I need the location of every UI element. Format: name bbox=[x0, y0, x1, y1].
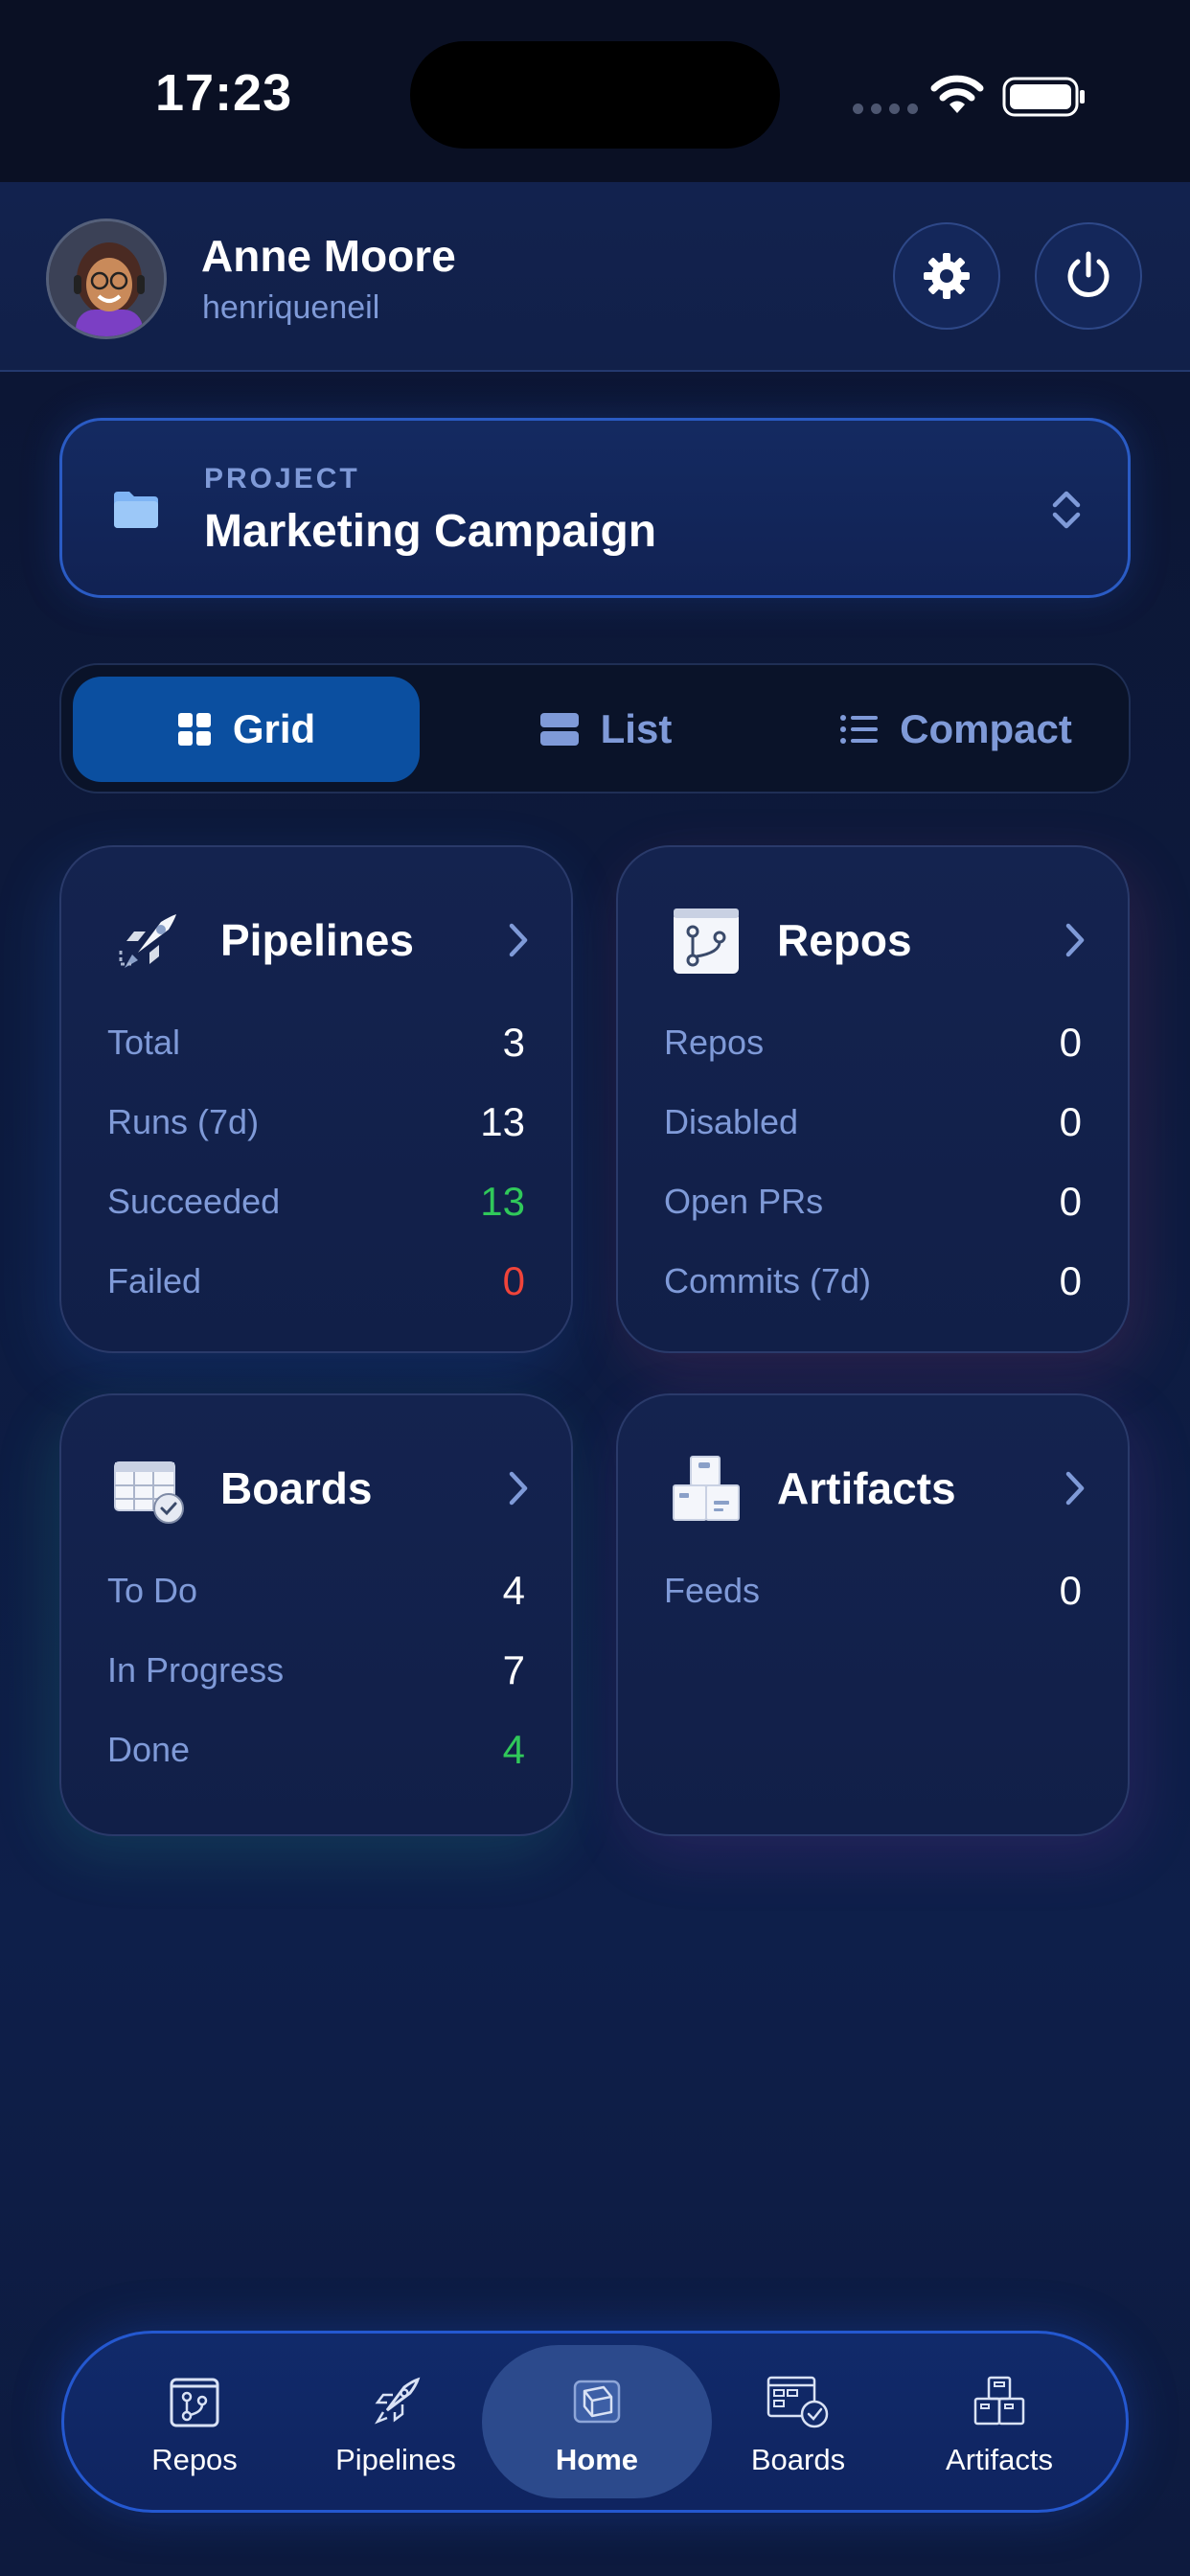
stat-label: Total bbox=[107, 1023, 181, 1062]
tab-home[interactable]: Home bbox=[482, 2345, 712, 2498]
home-cube-icon bbox=[573, 2380, 621, 2424]
stat-value: 3 bbox=[502, 1020, 525, 1065]
pipelines-card-title: Pipelines bbox=[220, 915, 414, 965]
stat-row: Disabled 0 bbox=[664, 1093, 1082, 1151]
chevron-right-icon bbox=[1065, 1471, 1085, 1506]
stat-label: Repos bbox=[664, 1023, 765, 1062]
stat-row: To Do 4 bbox=[107, 1562, 525, 1620]
artifacts-card[interactable]: Artifacts Feeds 0 bbox=[616, 1393, 1130, 1836]
stat-value: 7 bbox=[502, 1647, 525, 1692]
boards-card[interactable]: Boards To Do 4 In Progress 7 Done 4 bbox=[59, 1393, 573, 1836]
power-icon bbox=[1067, 251, 1110, 297]
boards-card-title: Boards bbox=[220, 1463, 373, 1513]
stat-label: Failed bbox=[107, 1261, 202, 1300]
view-mode-switcher: Grid List Compact bbox=[59, 663, 1131, 794]
chevron-right-icon bbox=[509, 923, 528, 957]
bottom-tab-bar: Repos Pipelines Home Boards Artifacts bbox=[61, 2331, 1129, 2513]
stat-label: Done bbox=[107, 1730, 191, 1769]
tab-artifacts[interactable]: Artifacts bbox=[884, 2345, 1114, 2498]
pipelines-card[interactable]: Pipelines Total 3 Runs (7d) 13 Succeeded… bbox=[59, 845, 573, 1353]
rocket-icon bbox=[119, 914, 176, 968]
package-boxes-icon bbox=[973, 2376, 1025, 2426]
chevron-right-icon bbox=[1065, 923, 1085, 957]
repos-card[interactable]: Repos Repos 0 Disabled 0 Open PRs 0 Comm… bbox=[616, 845, 1130, 1353]
settings-button[interactable] bbox=[893, 222, 1000, 330]
rocket-icon bbox=[375, 2377, 421, 2425]
logout-button[interactable] bbox=[1035, 222, 1142, 330]
stat-row: Open PRs 0 bbox=[664, 1173, 1082, 1230]
stat-label: To Do bbox=[107, 1571, 198, 1610]
avatar[interactable] bbox=[46, 218, 167, 339]
repo-branch-icon bbox=[170, 2378, 219, 2427]
stat-label: Open PRs bbox=[664, 1182, 824, 1221]
tab-repos-label: Repos bbox=[151, 2443, 238, 2476]
package-boxes-icon bbox=[673, 1456, 740, 1521]
stat-value: 0 bbox=[1059, 1099, 1082, 1144]
stat-value: 0 bbox=[1059, 1258, 1082, 1303]
status-bar: 17:23 bbox=[0, 0, 1190, 182]
status-time: 17:23 bbox=[155, 64, 293, 122]
stat-value-success: 4 bbox=[502, 1727, 525, 1772]
stat-label: Runs (7d) bbox=[107, 1102, 260, 1141]
cellular-signal-icon bbox=[853, 104, 918, 114]
tab-artifacts-label: Artifacts bbox=[946, 2443, 1053, 2476]
stat-row: Succeeded 13 bbox=[107, 1173, 525, 1230]
gear-icon bbox=[924, 253, 970, 299]
folder-icon bbox=[114, 492, 158, 528]
stat-value-success: 13 bbox=[480, 1179, 525, 1224]
stat-label: Disabled bbox=[664, 1102, 799, 1141]
stat-label: In Progress bbox=[107, 1650, 285, 1690]
project-name: Marketing Campaign bbox=[204, 506, 657, 557]
tab-home-label: Home bbox=[555, 2443, 639, 2476]
view-mode-list[interactable]: List bbox=[437, 677, 774, 782]
repos-card-title: Repos bbox=[777, 915, 912, 965]
view-mode-compact-label: Compact bbox=[900, 706, 1072, 751]
project-selector[interactable]: PROJECT Marketing Campaign bbox=[59, 418, 1131, 598]
tab-boards[interactable]: Boards bbox=[683, 2345, 913, 2498]
battery-icon bbox=[1002, 77, 1085, 117]
stat-value: 13 bbox=[480, 1099, 525, 1144]
chevron-right-icon bbox=[509, 1471, 528, 1506]
dynamic-island bbox=[410, 41, 780, 149]
stat-value-failed: 0 bbox=[502, 1258, 525, 1303]
stat-row: Feeds 0 bbox=[664, 1562, 1082, 1620]
stat-row: Total 3 bbox=[107, 1014, 525, 1071]
user-name: Anne Moore bbox=[201, 231, 456, 281]
compact-list-icon bbox=[840, 715, 879, 744]
stat-row: In Progress 7 bbox=[107, 1642, 525, 1699]
stat-row: Repos 0 bbox=[664, 1014, 1082, 1071]
wifi-icon bbox=[930, 75, 984, 113]
stat-row: Commits (7d) 0 bbox=[664, 1253, 1082, 1310]
grid-icon bbox=[177, 713, 211, 746]
user-handle: henriqueneil bbox=[202, 289, 380, 326]
tab-pipelines[interactable]: Pipelines bbox=[281, 2345, 511, 2498]
stat-row: Runs (7d) 13 bbox=[107, 1093, 525, 1151]
tab-repos[interactable]: Repos bbox=[80, 2345, 309, 2498]
stat-row: Done 4 bbox=[107, 1721, 525, 1779]
tab-boards-label: Boards bbox=[750, 2443, 846, 2476]
board-check-icon bbox=[114, 1461, 184, 1524]
artifacts-card-title: Artifacts bbox=[777, 1463, 956, 1513]
view-mode-grid-label: Grid bbox=[232, 706, 316, 751]
view-mode-compact[interactable]: Compact bbox=[791, 677, 1121, 782]
stat-value: 0 bbox=[1059, 1568, 1082, 1613]
stat-value: 4 bbox=[502, 1568, 525, 1613]
project-label: PROJECT bbox=[204, 463, 360, 494]
avatar-memoji-image bbox=[49, 221, 164, 336]
board-check-icon bbox=[767, 2376, 829, 2428]
tab-pipelines-label: Pipelines bbox=[335, 2443, 456, 2476]
stat-row: Failed 0 bbox=[107, 1253, 525, 1310]
view-mode-grid[interactable]: Grid bbox=[73, 677, 420, 782]
repo-branch-icon bbox=[674, 908, 739, 974]
chevron-updown-icon bbox=[1052, 491, 1081, 529]
view-mode-list-label: List bbox=[600, 706, 673, 751]
stat-label: Commits (7d) bbox=[664, 1261, 872, 1300]
list-rows-icon bbox=[539, 713, 579, 746]
stat-label: Succeeded bbox=[107, 1182, 281, 1221]
stat-value: 0 bbox=[1059, 1179, 1082, 1224]
user-header: Anne Moore henriqueneil bbox=[0, 182, 1190, 372]
stat-value: 0 bbox=[1059, 1020, 1082, 1065]
stat-label: Feeds bbox=[664, 1571, 761, 1610]
